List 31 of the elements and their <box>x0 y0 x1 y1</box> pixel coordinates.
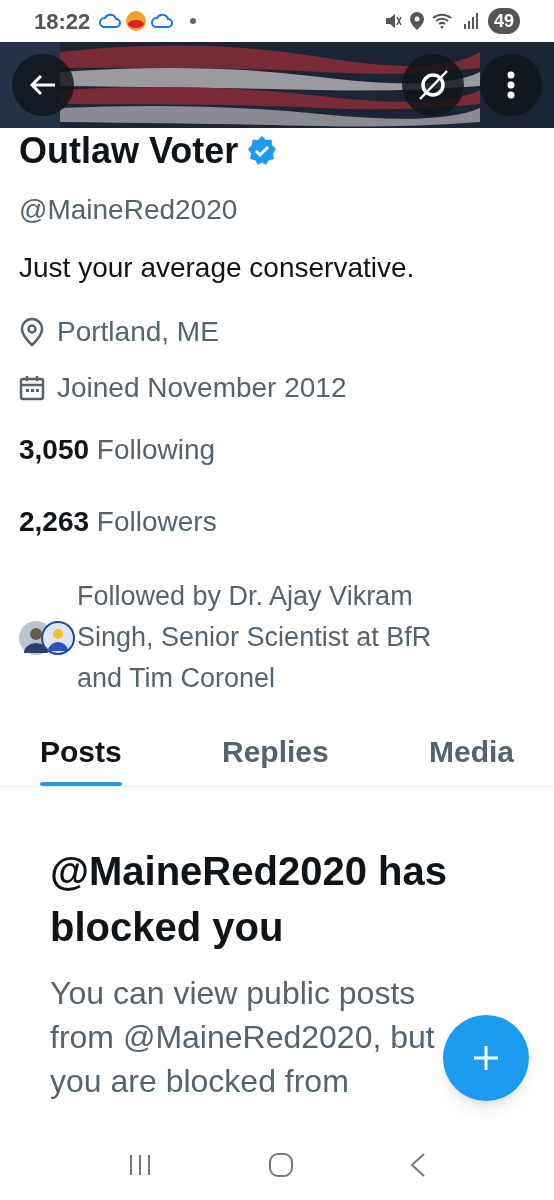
app-icon <box>126 11 147 31</box>
profile-location: Portland, ME <box>57 315 219 349</box>
recent-apps-icon <box>128 1153 152 1177</box>
back-arrow-icon <box>29 73 57 97</box>
profile-name: Outlaw Voter <box>19 130 239 172</box>
location-icon <box>409 12 424 30</box>
profile-bio: Just your average conservative. <box>19 251 416 285</box>
cloud-icon <box>150 13 175 29</box>
profile-tab[interactable]: Media <box>428 725 514 786</box>
battery-indicator: 49 <box>487 8 520 34</box>
location-pin-icon <box>19 317 45 347</box>
profile-handle: @MaineRed2020 <box>19 193 239 227</box>
calendar-icon <box>19 375 45 401</box>
profile-tab[interactable]: Replies <box>221 725 329 786</box>
home-icon <box>268 1152 294 1178</box>
blocked-message: You can view public posts from @MaineRed2020, but you are blocked from <box>50 974 435 1101</box>
more-icon <box>507 71 515 99</box>
profile-joined-date: Joined November 2012 <box>57 371 347 405</box>
profile-tab[interactable]: Posts <box>40 725 122 786</box>
back-icon <box>410 1152 426 1178</box>
followed-by-text: Followed by Dr. Ajay Vikram Singh, Senior Scientist at BfR and Tim Coronel <box>77 580 433 695</box>
blocked-title: @MaineRed2020 has blocked you <box>50 848 448 951</box>
signal-icon <box>463 13 480 29</box>
profile-stat-link[interactable]: 3,050 Following <box>19 432 535 468</box>
profile-stat-link[interactable]: 2,263 Followers <box>19 504 535 540</box>
status-time: 18:22 <box>34 7 91 36</box>
cloud-icon <box>98 13 123 29</box>
mute-icon <box>383 12 402 30</box>
slashed-circle-icon <box>416 68 450 102</box>
plus-icon <box>472 1044 500 1072</box>
avatar <box>41 620 75 655</box>
